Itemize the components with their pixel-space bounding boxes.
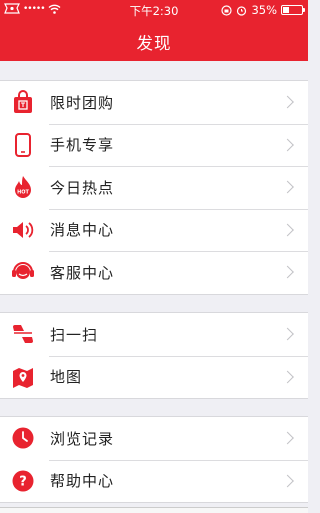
chevron-right-icon	[281, 223, 294, 237]
menu-item-customer-service[interactable]: 客服中心	[0, 251, 308, 294]
menu-item-label: 浏览记录	[50, 429, 115, 448]
clock-icon	[11, 426, 35, 450]
hot-flame-icon: HOT	[11, 175, 35, 199]
menu-item-label: 帮助中心	[50, 472, 115, 491]
menu-item-browse-history[interactable]: 浏览记录	[0, 417, 308, 460]
menu-item-help-center[interactable]: ? 帮助中心	[0, 459, 308, 503]
chevron-right-icon	[281, 180, 294, 194]
battery-icon	[281, 5, 305, 15]
chevron-right-icon	[281, 327, 294, 341]
menu-group-3: 浏览记录 ? 帮助中心	[0, 416, 308, 503]
menu-group-1: 限时团购 手机专享 HOT 今日热点 消息中心 客服中心	[0, 80, 308, 295]
scan-icon	[11, 322, 35, 346]
map-icon	[11, 365, 35, 389]
phone-icon	[11, 132, 35, 157]
chevron-right-icon	[281, 95, 294, 109]
svg-text:?: ?	[19, 474, 27, 489]
help-icon: ?	[11, 469, 35, 493]
speaker-icon	[11, 218, 35, 242]
status-bar: ••••• 下午2:30 35%	[0, 0, 308, 20]
menu-item-message-center[interactable]: 消息中心	[0, 208, 308, 252]
svg-text:HOT: HOT	[17, 190, 29, 196]
chevron-right-icon	[281, 431, 294, 445]
menu-item-label: 地图	[50, 368, 83, 387]
menu-item-label: 限时团购	[50, 93, 115, 112]
chevron-right-icon	[281, 265, 294, 279]
menu-item-label: 消息中心	[50, 221, 115, 240]
menu-item-group-buy[interactable]: 限时团购	[0, 81, 308, 124]
menu-item-label: 手机专享	[50, 136, 115, 155]
page-title: 发现	[136, 34, 172, 53]
headset-icon	[11, 260, 35, 284]
battery-percent: 35%	[251, 3, 277, 17]
menu-item-map[interactable]: 地图	[0, 355, 308, 399]
chevron-right-icon	[281, 138, 294, 152]
menu-item-scan[interactable]: 扫一扫	[0, 313, 308, 356]
chevron-right-icon	[281, 474, 294, 488]
shopping-bag-icon	[11, 90, 35, 114]
menu-item-hot-today[interactable]: HOT 今日热点	[0, 166, 308, 209]
chevron-right-icon	[281, 370, 294, 384]
menu-item-mobile-exclusive[interactable]: 手机专享	[0, 123, 308, 167]
menu-item-label: 扫一扫	[50, 325, 99, 344]
menu-group-2: 扫一扫 地图	[0, 312, 308, 399]
menu-item-label: 今日热点	[50, 178, 115, 197]
alarm-icon	[237, 5, 247, 16]
menu-item-label: 客服中心	[50, 263, 115, 282]
orientation-lock-icon	[221, 4, 233, 16]
tab-bar[interactable]	[0, 507, 308, 513]
app-header: ••••• 下午2:30 35% 发现	[0, 0, 308, 61]
